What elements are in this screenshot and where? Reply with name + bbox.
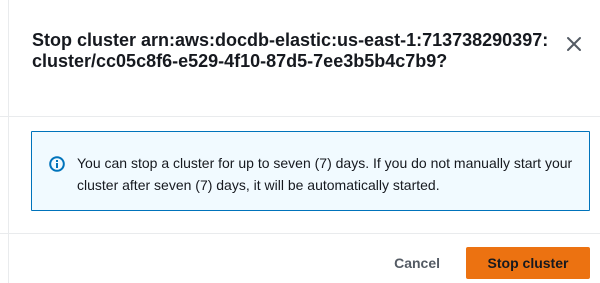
close-icon — [567, 37, 581, 51]
modal-left-edge — [8, 0, 9, 283]
alert-message: You can stop a cluster for up to seven (… — [77, 155, 573, 193]
footer-divider — [0, 233, 600, 234]
stop-cluster-button[interactable]: Stop cluster — [466, 247, 590, 279]
info-icon — [49, 156, 65, 172]
header-divider — [0, 116, 600, 117]
stop-cluster-modal: Stop cluster arn:aws:docdb-elastic:us-ea… — [0, 0, 600, 283]
modal-footer: Cancel Stop cluster — [382, 247, 590, 279]
close-button[interactable] — [562, 32, 586, 56]
info-alert: You can stop a cluster for up to seven (… — [31, 131, 590, 211]
cancel-button[interactable]: Cancel — [382, 249, 452, 277]
modal-title: Stop cluster arn:aws:docdb-elastic:us-ea… — [32, 30, 549, 71]
